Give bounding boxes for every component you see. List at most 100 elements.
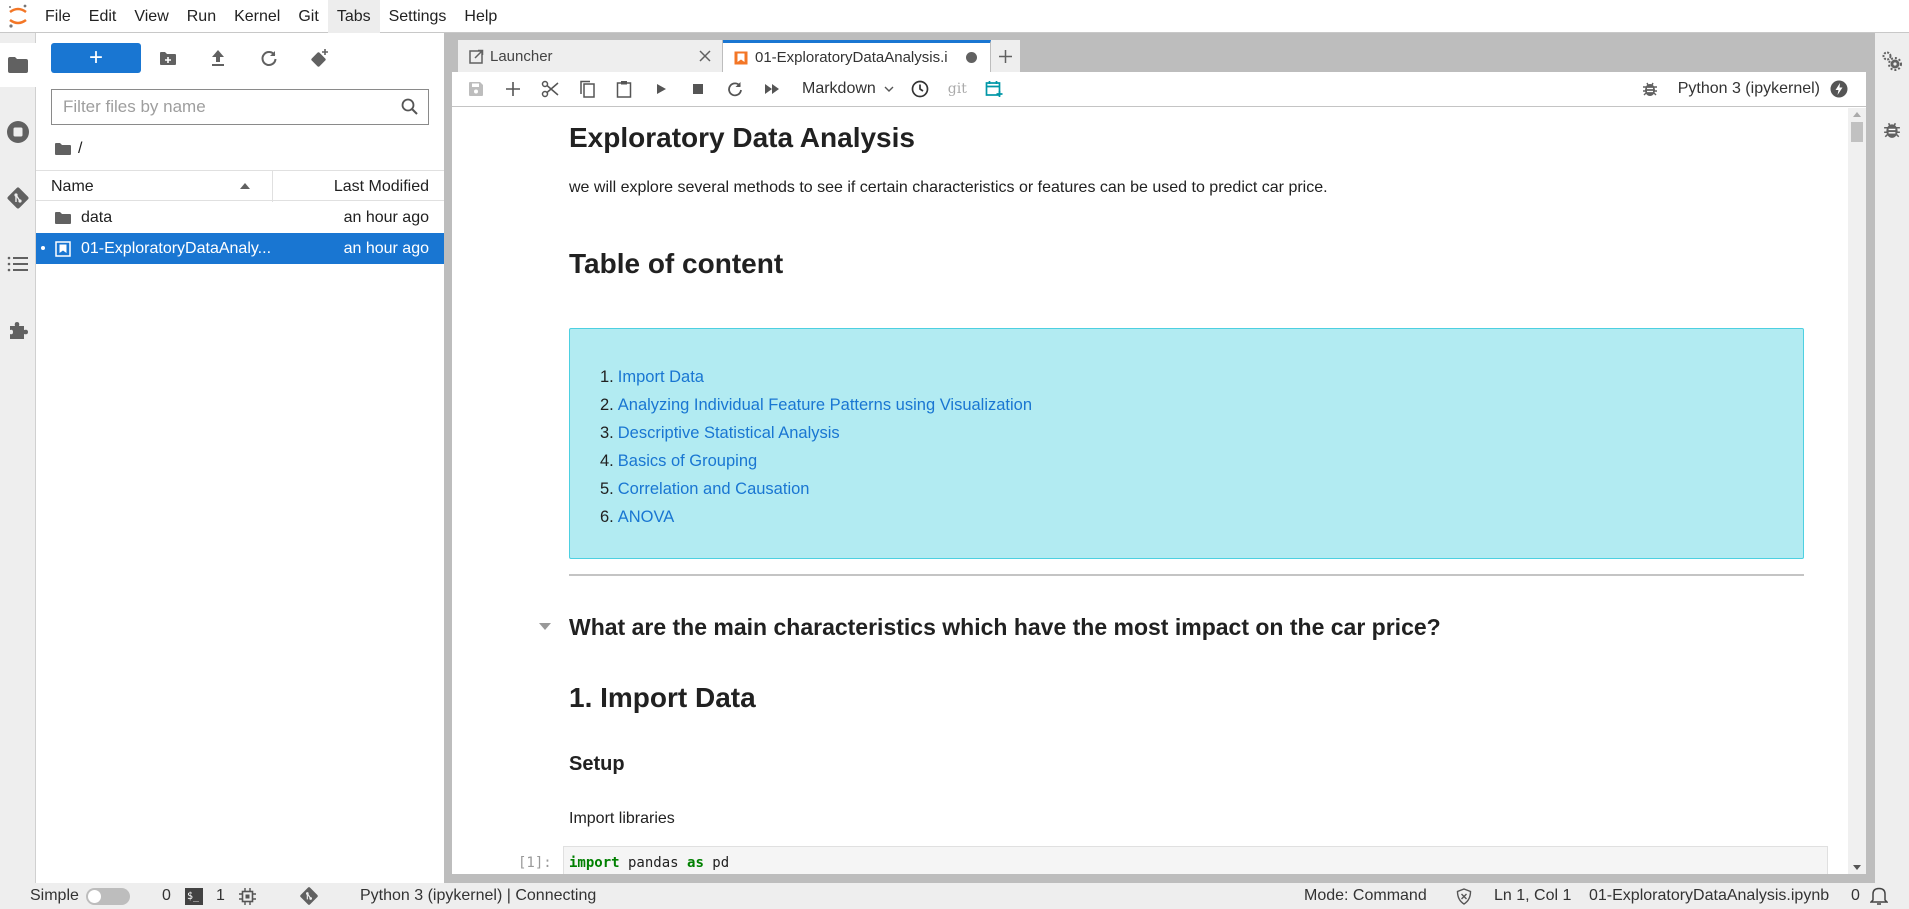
file-list-header: Name Last Modified <box>36 170 444 202</box>
refresh-button[interactable] <box>255 45 283 71</box>
trust-shield-icon[interactable] <box>1456 888 1472 905</box>
close-icon[interactable] <box>699 50 711 62</box>
fast-forward-icon <box>764 84 779 94</box>
debugger-icon[interactable] <box>1642 81 1658 97</box>
tab-bar: Launcher 01-ExploratoryDataAnalysis.i <box>452 40 1866 72</box>
menu-view[interactable]: View <box>125 0 177 33</box>
scrollbar-thumb[interactable] <box>1851 122 1863 142</box>
stop-circle-icon <box>7 121 29 143</box>
toc-link[interactable]: Correlation and Causation <box>618 480 810 498</box>
toc-link[interactable]: Basics of Grouping <box>618 452 757 470</box>
scroll-down-icon[interactable] <box>1853 865 1861 870</box>
menu-file[interactable]: File <box>36 0 80 33</box>
plus-icon <box>999 49 1012 63</box>
paste-button[interactable] <box>605 74 642 104</box>
kernels-count[interactable]: 1 <box>216 883 225 909</box>
new-folder-icon <box>160 51 176 65</box>
notification-count: 0 <box>1851 887 1860 904</box>
file-row-notebook[interactable]: 01-ExploratoryDataAnaly... an hour ago <box>36 233 444 264</box>
toggle-knob <box>88 890 101 903</box>
setup-heading: Setup <box>569 753 625 775</box>
stop-icon <box>692 84 703 94</box>
notebook-icon <box>734 51 748 64</box>
menu-kernel[interactable]: Kernel <box>225 0 289 33</box>
tab-launcher[interactable]: Launcher <box>458 40 723 72</box>
toc-link[interactable]: Descriptive Statistical Analysis <box>618 424 840 442</box>
cell-type-value: Markdown <box>802 80 876 97</box>
unsaved-dot-icon[interactable] <box>966 52 977 63</box>
git-clone-button[interactable] <box>306 45 334 71</box>
running-terminals-tab[interactable] <box>0 110 36 154</box>
menu-edit[interactable]: Edit <box>80 0 126 33</box>
kernel-status-icon <box>1830 80 1848 98</box>
current-filename: 01-ExploratoryDataAnalysis.ipynb <box>1589 887 1830 904</box>
plus-icon <box>505 82 520 96</box>
new-launcher-button[interactable]: + <box>51 43 141 73</box>
insert-cell-button[interactable] <box>494 74 531 104</box>
file-row-data[interactable]: data an hour ago <box>36 202 444 233</box>
breadcrumb-root[interactable]: / <box>78 140 82 158</box>
extension-manager-tab[interactable] <box>0 308 36 352</box>
terminals-count[interactable]: 0 <box>162 883 171 909</box>
menu-help[interactable]: Help <box>455 0 506 33</box>
main-dock-area: Launcher 01-ExploratoryDataAnalysis.i Ma… <box>452 40 1866 874</box>
debugger-tab[interactable] <box>1875 108 1909 152</box>
table-of-contents-tab[interactable] <box>0 242 36 286</box>
menu-settings[interactable]: Settings <box>380 0 456 33</box>
copy-icon <box>579 80 595 98</box>
git-diff-button[interactable]: git <box>939 74 976 104</box>
notebook-title: Exploratory Data Analysis <box>569 122 915 153</box>
tab-label: 01-ExploratoryDataAnalysis.i <box>755 49 948 66</box>
import-libraries-text: Import libraries <box>569 810 675 827</box>
interrupt-button[interactable] <box>679 74 716 104</box>
modified-column-header[interactable]: Last Modified <box>334 171 429 202</box>
git-tab[interactable] <box>0 176 36 220</box>
toc-item: 5. Correlation and Causation <box>600 475 1032 503</box>
save-icon <box>468 82 483 96</box>
cut-button[interactable] <box>531 74 568 104</box>
left-sidebar <box>0 33 36 883</box>
collapse-heading-icon[interactable] <box>539 623 551 631</box>
cursor-position[interactable]: Ln 1, Col 1 <box>1494 883 1571 909</box>
toc-icon <box>7 256 28 272</box>
kernel-status-text[interactable]: Python 3 (ipykernel) | Connecting <box>360 883 596 909</box>
menu-git[interactable]: Git <box>289 0 327 33</box>
save-button[interactable] <box>457 74 494 104</box>
upload-button[interactable] <box>204 45 232 71</box>
cell-type-dropdown[interactable]: Markdown <box>802 80 894 98</box>
copy-button[interactable] <box>568 74 605 104</box>
git-status-icon[interactable] <box>299 886 319 906</box>
tab-notebook[interactable]: 01-ExploratoryDataAnalysis.i <box>723 40 991 72</box>
toc-item: 4. Basics of Grouping <box>600 447 1032 475</box>
folder-icon[interactable] <box>54 142 72 156</box>
gears-icon <box>1882 51 1902 71</box>
bell-icon[interactable] <box>1870 886 1888 906</box>
run-button[interactable] <box>642 74 679 104</box>
notebook-scrollbar[interactable] <box>1848 108 1866 874</box>
new-folder-button[interactable] <box>154 45 182 71</box>
timeline-button[interactable] <box>902 74 939 104</box>
schedule-button[interactable] <box>976 74 1013 104</box>
search-icon <box>401 98 418 115</box>
file-name: data <box>81 208 113 226</box>
property-inspector-tab[interactable] <box>1875 39 1909 83</box>
tab-label: Launcher <box>490 47 553 65</box>
terminal-icon: $_ <box>185 888 203 905</box>
restart-run-all-button[interactable] <box>753 74 790 104</box>
new-tab-button[interactable] <box>991 40 1021 72</box>
menu-run[interactable]: Run <box>178 0 225 33</box>
toc-link[interactable]: Analyzing Individual Feature Patterns us… <box>618 396 1032 414</box>
file-browser-tab[interactable] <box>0 43 36 87</box>
file-filter-input[interactable] <box>63 97 393 117</box>
menu-tabs[interactable]: Tabs <box>327 0 380 33</box>
scroll-up-icon[interactable] <box>1853 112 1861 117</box>
restart-kernel-button[interactable] <box>716 74 753 104</box>
toc-item-number: 4. <box>600 452 614 470</box>
name-column-header[interactable]: Name <box>51 171 94 202</box>
code-cell-editor[interactable]: import pandas as pd <box>563 846 1828 874</box>
intro-paragraph: we will explore several methods to see i… <box>569 179 1328 196</box>
toc-link[interactable]: Import Data <box>618 368 704 386</box>
kernel-name-button[interactable]: Python 3 (ipykernel) <box>1678 80 1820 98</box>
simple-mode-toggle[interactable] <box>86 888 130 905</box>
toc-link[interactable]: ANOVA <box>618 508 675 526</box>
